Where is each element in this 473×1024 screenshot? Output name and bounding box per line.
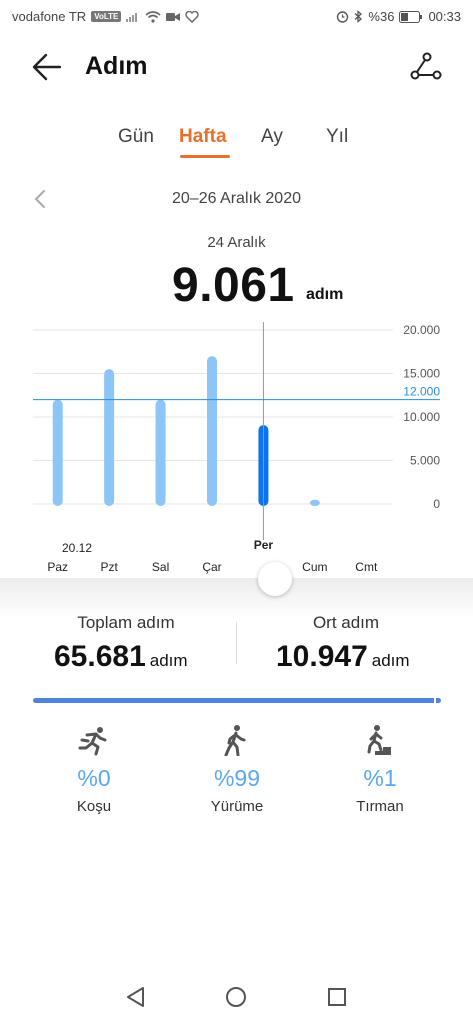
bar-cum: [309, 499, 320, 506]
bar-paz: [52, 399, 63, 506]
total-steps-value: 65.681: [54, 640, 146, 673]
total-steps: 65.681 adım: [54, 640, 188, 674]
camera-icon: [166, 12, 181, 21]
bar-sal: [155, 399, 166, 506]
status-left: vodafone TR VoLTE: [12, 9, 200, 24]
climbing-label: Tırman: [356, 798, 404, 815]
x-label-pzt: Pzt: [100, 560, 118, 574]
walking-percent: %99: [213, 765, 261, 791]
tab-week[interactable]: Hafta: [179, 126, 227, 148]
bar-çar: [207, 356, 217, 506]
y-tick-label: 15.000: [403, 367, 440, 381]
running-label: Koşu: [76, 798, 112, 815]
total-steps-unit: adım: [149, 651, 188, 670]
running-icon: [78, 727, 107, 756]
avg-steps-label: Ort adım: [312, 613, 380, 632]
chart-scrubber-handle[interactable]: [258, 562, 292, 596]
walking-icon: [224, 725, 246, 756]
date-range: 20–26 Aralık 2020: [172, 190, 301, 207]
selected-steps-unit: adım: [306, 286, 344, 303]
bluetooth-icon: [354, 10, 363, 23]
route-icon[interactable]: [410, 52, 442, 80]
y-tick-label: 5.000: [410, 454, 440, 468]
bar-pzt: [104, 369, 115, 506]
walking-label: Yürüme: [210, 798, 264, 815]
climbing-icon: [367, 725, 391, 755]
y-tick-label: 10.000: [403, 410, 440, 424]
heart-icon: [185, 10, 200, 23]
running-percent: %0: [77, 765, 111, 791]
x-label-cmt: Cmt: [355, 560, 378, 574]
summary-divider: [236, 622, 237, 664]
total-steps-label: Toplam adım: [77, 613, 175, 632]
avg-steps-value: 10.947: [276, 640, 368, 673]
x-label-çar: Çar: [202, 560, 221, 574]
back-arrow-icon[interactable]: [32, 53, 62, 81]
selected-date: 24 Aralık: [207, 234, 266, 251]
active-tab-indicator: [180, 155, 230, 158]
selected-steps: 9.061: [172, 259, 295, 312]
x-label-paz: Paz: [47, 560, 68, 574]
climbing-percent: %1: [363, 765, 397, 791]
status-bar: vodafone TR VoLTE %36 00:33: [0, 0, 473, 34]
avg-steps: 10.947 adım: [276, 640, 410, 674]
nav-back-icon[interactable]: [125, 986, 147, 1008]
signal-icon: [126, 13, 138, 22]
nav-recents-icon[interactable]: [326, 986, 348, 1008]
activity-distribution-bar: [33, 698, 441, 703]
nav-home-icon[interactable]: [225, 986, 247, 1008]
status-right: %36 00:33: [336, 9, 461, 24]
alarm-icon: [337, 11, 349, 23]
volte-badge: VoLTE: [91, 11, 122, 22]
y-tick-label: 0: [433, 497, 440, 511]
wifi-icon: [145, 10, 161, 23]
x-label-per: Per: [254, 538, 274, 552]
panel-shadow: [0, 578, 473, 618]
target-label: 12.000: [403, 385, 440, 399]
battery-percent: %36: [368, 9, 395, 24]
tab-year[interactable]: Yıl: [326, 126, 348, 148]
tab-month[interactable]: Ay: [261, 126, 283, 148]
clock: 00:33: [428, 9, 461, 24]
first-date-label: 20.12: [61, 541, 93, 555]
page-title: Adım: [85, 52, 148, 80]
system-nav-bar: [0, 970, 473, 1024]
x-label-cum: Cum: [302, 560, 327, 574]
x-label-sal: Sal: [152, 560, 169, 574]
activity-distribution-separator: [434, 698, 436, 703]
tab-day[interactable]: Gün: [118, 126, 154, 148]
y-tick-label: 20.000: [403, 323, 440, 337]
avg-steps-unit: adım: [371, 651, 410, 670]
battery-icon: [399, 10, 423, 23]
carrier-name: vodafone TR: [12, 9, 87, 24]
